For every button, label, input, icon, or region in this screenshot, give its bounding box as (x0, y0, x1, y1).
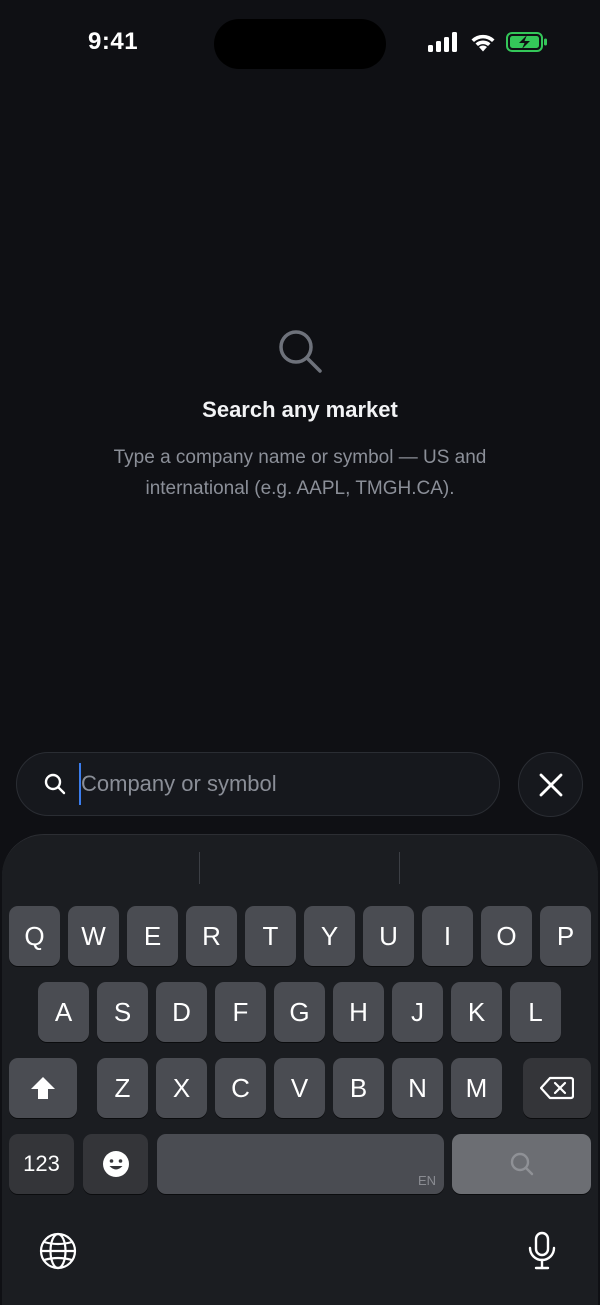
key-a[interactable]: A (38, 982, 89, 1042)
key-n[interactable]: N (392, 1058, 443, 1118)
space-key[interactable]: EN (157, 1134, 444, 1194)
search-icon (279, 330, 322, 373)
key-l[interactable]: L (510, 982, 561, 1042)
key-j[interactable]: J (392, 982, 443, 1042)
emoji-icon (102, 1151, 129, 1177)
empty-state: Search any market Type a company name or… (0, 326, 600, 504)
close-icon (539, 773, 562, 796)
key-m[interactable]: M (451, 1058, 502, 1118)
key-t[interactable]: T (245, 906, 296, 966)
key-o[interactable]: O (481, 906, 532, 966)
search-icon (510, 1152, 533, 1176)
key-u[interactable]: U (363, 906, 414, 966)
space-language-label: EN (417, 1173, 436, 1188)
key-f[interactable]: F (215, 982, 266, 1042)
search-field[interactable] (16, 752, 500, 816)
shift-icon (31, 1077, 55, 1099)
dynamic-island (214, 19, 386, 69)
key-i[interactable]: I (422, 906, 473, 966)
shift-key[interactable] (9, 1058, 77, 1118)
wifi-icon (471, 34, 495, 52)
key-e[interactable]: E (127, 906, 178, 966)
key-y[interactable]: Y (304, 906, 355, 966)
emoji-key[interactable] (83, 1134, 148, 1194)
keyboard-search-key[interactable] (452, 1134, 591, 1194)
empty-state-title: Search any market (202, 397, 398, 422)
delete-icon (540, 1076, 574, 1100)
suggestion-divider (399, 852, 400, 884)
status-icons (428, 32, 548, 52)
search-input[interactable] (79, 763, 499, 805)
key-b[interactable]: B (333, 1058, 384, 1118)
globe-icon (39, 1232, 77, 1270)
key-h[interactable]: H (333, 982, 384, 1042)
key-v[interactable]: V (274, 1058, 325, 1118)
suggestion-divider (199, 852, 200, 884)
key-q[interactable]: Q (9, 906, 60, 966)
numbers-key[interactable]: 123 (9, 1134, 74, 1194)
battery-charging-icon (506, 32, 547, 52)
search-icon (44, 773, 66, 795)
close-button[interactable] (518, 752, 583, 817)
keyboard: Q W E R T Y U I O P A S D F G H J K L Z … (2, 834, 598, 1305)
key-c[interactable]: C (215, 1058, 266, 1118)
status-time: 9:41 (88, 28, 139, 55)
key-s[interactable]: S (97, 982, 148, 1042)
key-d[interactable]: D (156, 982, 207, 1042)
microphone-icon (528, 1231, 556, 1270)
key-r[interactable]: R (186, 906, 237, 966)
delete-key[interactable] (523, 1058, 591, 1118)
key-w[interactable]: W (68, 906, 119, 966)
key-x[interactable]: X (156, 1058, 207, 1118)
globe-button[interactable] (36, 1229, 80, 1273)
key-g[interactable]: G (274, 982, 325, 1042)
microphone-button[interactable] (520, 1229, 564, 1273)
signal-icon (428, 32, 457, 52)
key-p[interactable]: P (540, 906, 591, 966)
key-k[interactable]: K (451, 982, 502, 1042)
empty-state-subtitle: Type a company name or symbol — US and i… (113, 447, 487, 499)
key-z[interactable]: Z (97, 1058, 148, 1118)
